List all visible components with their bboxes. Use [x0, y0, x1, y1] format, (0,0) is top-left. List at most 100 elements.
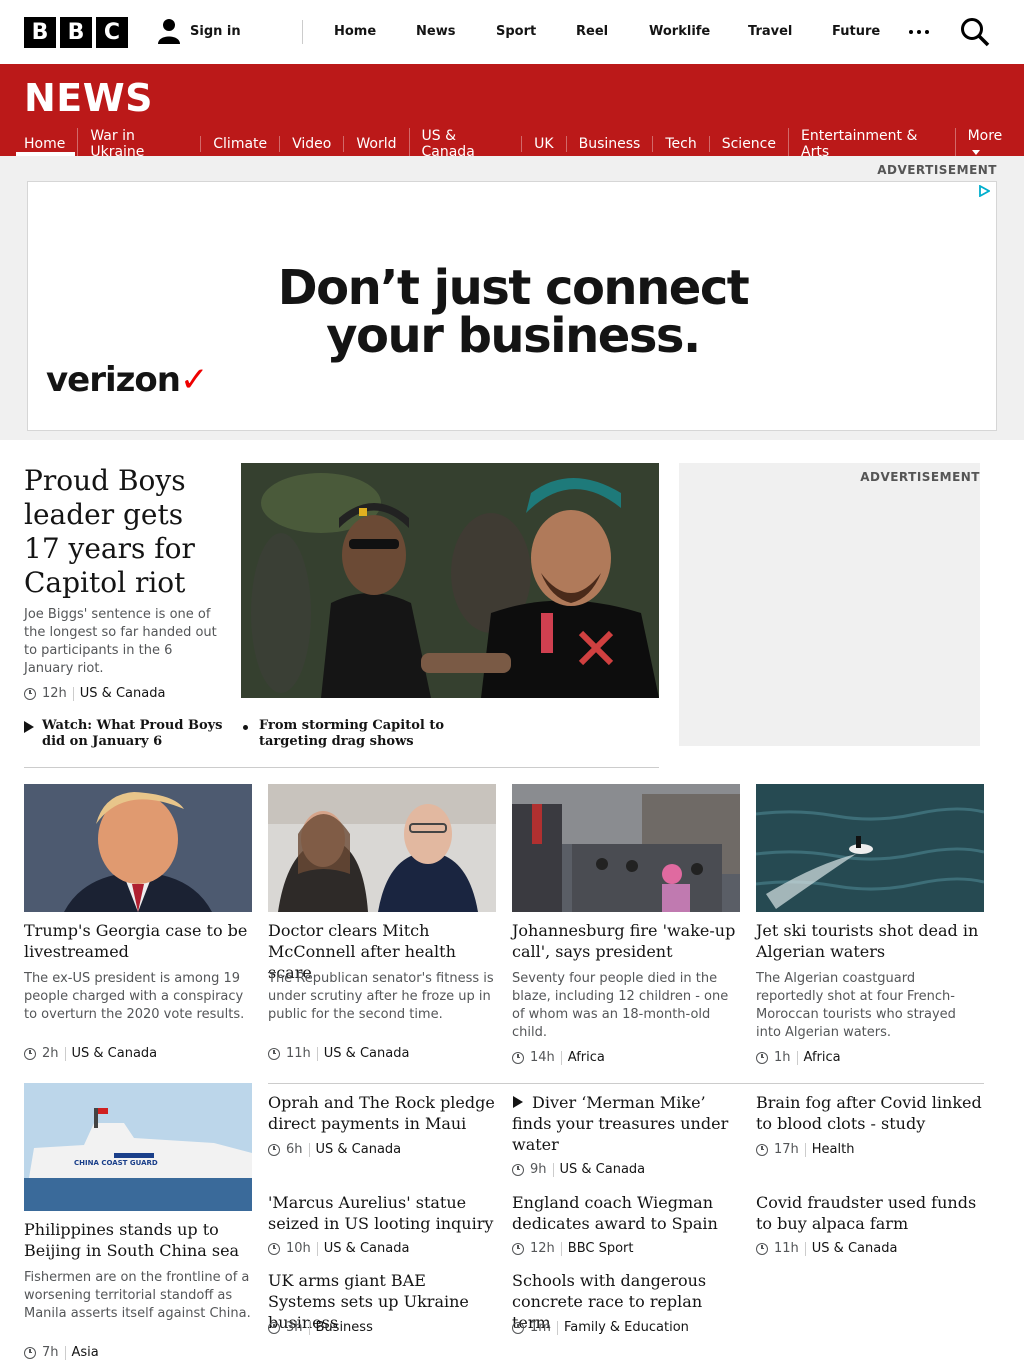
related-link[interactable]: From storming Capitol to targeting drag …: [259, 718, 449, 750]
bullet-icon: [243, 725, 248, 730]
side-ad[interactable]: ADVERTISEMENT: [679, 463, 980, 746]
card-image[interactable]: [268, 784, 496, 912]
clock-icon: [512, 1163, 524, 1176]
nav-future[interactable]: Future: [832, 24, 880, 39]
card-headline[interactable]: Covid fraudster used funds to buy alpaca…: [756, 1192, 984, 1234]
section-tag[interactable]: Health: [812, 1142, 855, 1157]
section-tech[interactable]: Tech: [652, 136, 708, 152]
card-image[interactable]: [24, 784, 252, 912]
card-headline[interactable]: Diver ‘Merman Mike’ finds your treasures…: [512, 1092, 740, 1155]
nav-sport[interactable]: Sport: [496, 24, 536, 39]
section-tag[interactable]: Asia: [72, 1345, 99, 1360]
section-tag[interactable]: US & Canada: [324, 1046, 410, 1061]
checkmark-icon: ✓: [180, 360, 208, 400]
card-meta: 1h Africa: [756, 1050, 841, 1065]
user-icon: [158, 19, 180, 44]
top-ad-region: ADVERTISEMENT Don’t just connect your bu…: [0, 156, 1024, 440]
timestamp: 11h: [774, 1241, 799, 1256]
clock-icon: [268, 1143, 280, 1156]
section-tag[interactable]: Business: [316, 1320, 373, 1335]
logo-letter: B: [24, 17, 56, 48]
timestamp: 2h: [42, 1046, 59, 1061]
card-headline[interactable]: 'Marcus Aurelius' statue seized in US lo…: [268, 1192, 496, 1234]
timestamp: 3h: [286, 1320, 303, 1335]
banner-ad[interactable]: Don’t just connect your business. verizo…: [27, 181, 997, 431]
coast-guard-photo: CHINA COAST GUARD: [24, 1083, 252, 1211]
nav-travel[interactable]: Travel: [748, 24, 792, 39]
clock-icon: [24, 1346, 36, 1359]
news-title[interactable]: NEWS: [24, 76, 153, 120]
timestamp: 1m: [530, 1320, 551, 1335]
card-image[interactable]: CHINA COAST GUARD: [24, 1083, 252, 1211]
section-tag[interactable]: US & Canada: [72, 1046, 158, 1061]
card-summary: Fishermen are on the frontline of a wors…: [24, 1270, 251, 1321]
clock-icon: [756, 1143, 768, 1156]
advertisement-label: ADVERTISEMENT: [860, 470, 980, 484]
section-world[interactable]: World: [343, 136, 408, 152]
ad-brand-logo: verizon✓: [46, 360, 208, 400]
section-video[interactable]: Video: [279, 136, 343, 152]
ship-label: CHINA COAST GUARD: [74, 1159, 158, 1167]
timestamp: 9h: [530, 1162, 547, 1177]
section-uk[interactable]: UK: [521, 136, 565, 152]
lead-headline[interactable]: Proud Boys leader gets 17 years for Capi…: [24, 464, 224, 600]
nav-reel[interactable]: Reel: [576, 24, 608, 39]
nav-worklife[interactable]: Worklife: [649, 24, 710, 39]
card-meta: 6h US & Canada: [268, 1142, 401, 1157]
card-meta: 2h US & Canada: [24, 1046, 157, 1061]
bbc-logo[interactable]: B B C: [24, 17, 128, 48]
section-tag[interactable]: Africa: [804, 1050, 841, 1065]
advertisement-label: ADVERTISEMENT: [877, 163, 997, 177]
timestamp: 14h: [530, 1050, 555, 1065]
johannesburg-photo: [512, 784, 740, 912]
news-banner: NEWS Home War in Ukraine Climate Video W…: [0, 64, 1024, 160]
ad-headline-line: Don’t just connect: [277, 260, 750, 316]
card-image[interactable]: [756, 784, 984, 912]
section-tag[interactable]: Family & Education: [564, 1320, 689, 1335]
section-home[interactable]: Home: [24, 136, 77, 152]
lead-image[interactable]: [241, 463, 659, 698]
section-tag[interactable]: US & Canada: [324, 1241, 410, 1256]
card-image[interactable]: [512, 784, 740, 912]
clock-icon: [268, 1047, 280, 1060]
divider: [268, 1083, 984, 1084]
section-business[interactable]: Business: [565, 136, 653, 152]
card-headline[interactable]: Brain fog after Covid linked to blood cl…: [756, 1092, 984, 1134]
section-climate[interactable]: Climate: [200, 136, 279, 152]
sign-in-link[interactable]: Sign in: [158, 18, 241, 44]
more-label: More: [967, 128, 1003, 144]
nav-home[interactable]: Home: [334, 24, 376, 39]
related-link-video[interactable]: Watch: What Proud Boys did on January 6: [42, 718, 232, 750]
section-tag[interactable]: US & Canada: [80, 686, 166, 701]
clock-icon: [512, 1051, 524, 1064]
clock-icon: [512, 1321, 524, 1334]
nav-news[interactable]: News: [416, 24, 455, 39]
clock-icon: [756, 1242, 768, 1255]
sign-in-label: Sign in: [190, 23, 241, 39]
timestamp: 7h: [42, 1345, 59, 1360]
play-icon: [24, 721, 34, 733]
adchoices-icon[interactable]: [978, 185, 990, 197]
lead-meta: 12h US & Canada: [24, 686, 165, 701]
section-science[interactable]: Science: [708, 136, 788, 152]
clock-icon: [512, 1242, 524, 1255]
card-meta: 3h Business: [268, 1320, 373, 1335]
section-tag[interactable]: US & Canada: [560, 1162, 646, 1177]
card-headline[interactable]: Jet ski tourists shot dead in Algerian w…: [756, 920, 984, 962]
card-headline[interactable]: Philippines stands up to Beijing in Sout…: [24, 1219, 252, 1261]
card-headline[interactable]: Oprah and The Rock pledge direct payment…: [268, 1092, 496, 1134]
card-headline[interactable]: Trump's Georgia case to be livestreamed: [24, 920, 252, 962]
jet-ski-photo: [756, 784, 984, 912]
timestamp: 1h: [774, 1050, 791, 1065]
logo-letter: C: [96, 17, 128, 48]
section-tag[interactable]: US & Canada: [316, 1142, 402, 1157]
more-menu-icon[interactable]: [909, 30, 929, 34]
clock-icon: [268, 1242, 280, 1255]
section-tag[interactable]: BBC Sport: [568, 1241, 634, 1256]
card-headline[interactable]: England coach Wiegman dedicates award to…: [512, 1192, 740, 1234]
card-headline[interactable]: Johannesburg fire 'wake-up call', says p…: [512, 920, 740, 962]
section-tag[interactable]: Africa: [568, 1050, 605, 1065]
section-tag[interactable]: US & Canada: [812, 1241, 898, 1256]
search-icon[interactable]: [960, 17, 990, 47]
header-divider: [302, 20, 303, 44]
